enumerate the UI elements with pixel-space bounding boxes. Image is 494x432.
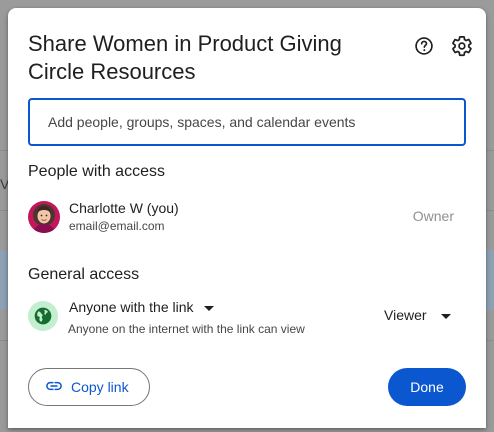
- link-role-dropdown[interactable]: Viewer: [384, 307, 451, 323]
- general-access-description: Anyone on the internet with the link can…: [68, 322, 305, 336]
- share-dialog: Share Women in Product Giving Circle Res…: [8, 8, 486, 428]
- gear-icon[interactable]: [450, 34, 474, 58]
- globe-icon: [28, 301, 58, 331]
- people-with-access-heading: People with access: [28, 163, 165, 180]
- general-access-heading: General access: [28, 266, 140, 283]
- member-email: email@email.com: [69, 219, 165, 233]
- caret-down-icon: [440, 307, 451, 323]
- done-button[interactable]: Done: [388, 368, 466, 406]
- general-access-dropdown[interactable]: Anyone with the link: [69, 299, 214, 315]
- copy-link-button[interactable]: Copy link: [28, 368, 150, 406]
- member-name: Charlotte W (you): [69, 200, 179, 216]
- help-circle-icon[interactable]: [412, 34, 436, 58]
- dialog-title: Share Women in Product Giving Circle Res…: [28, 31, 342, 84]
- add-people-input[interactable]: [28, 98, 466, 146]
- caret-down-icon: [203, 299, 214, 315]
- general-access-level: Anyone with the link: [69, 299, 194, 315]
- link-role-value: Viewer: [384, 307, 427, 323]
- link-icon: [45, 377, 63, 398]
- avatar: [28, 201, 60, 233]
- member-role-owner: Owner: [412, 208, 454, 224]
- copy-link-label: Copy link: [71, 379, 129, 395]
